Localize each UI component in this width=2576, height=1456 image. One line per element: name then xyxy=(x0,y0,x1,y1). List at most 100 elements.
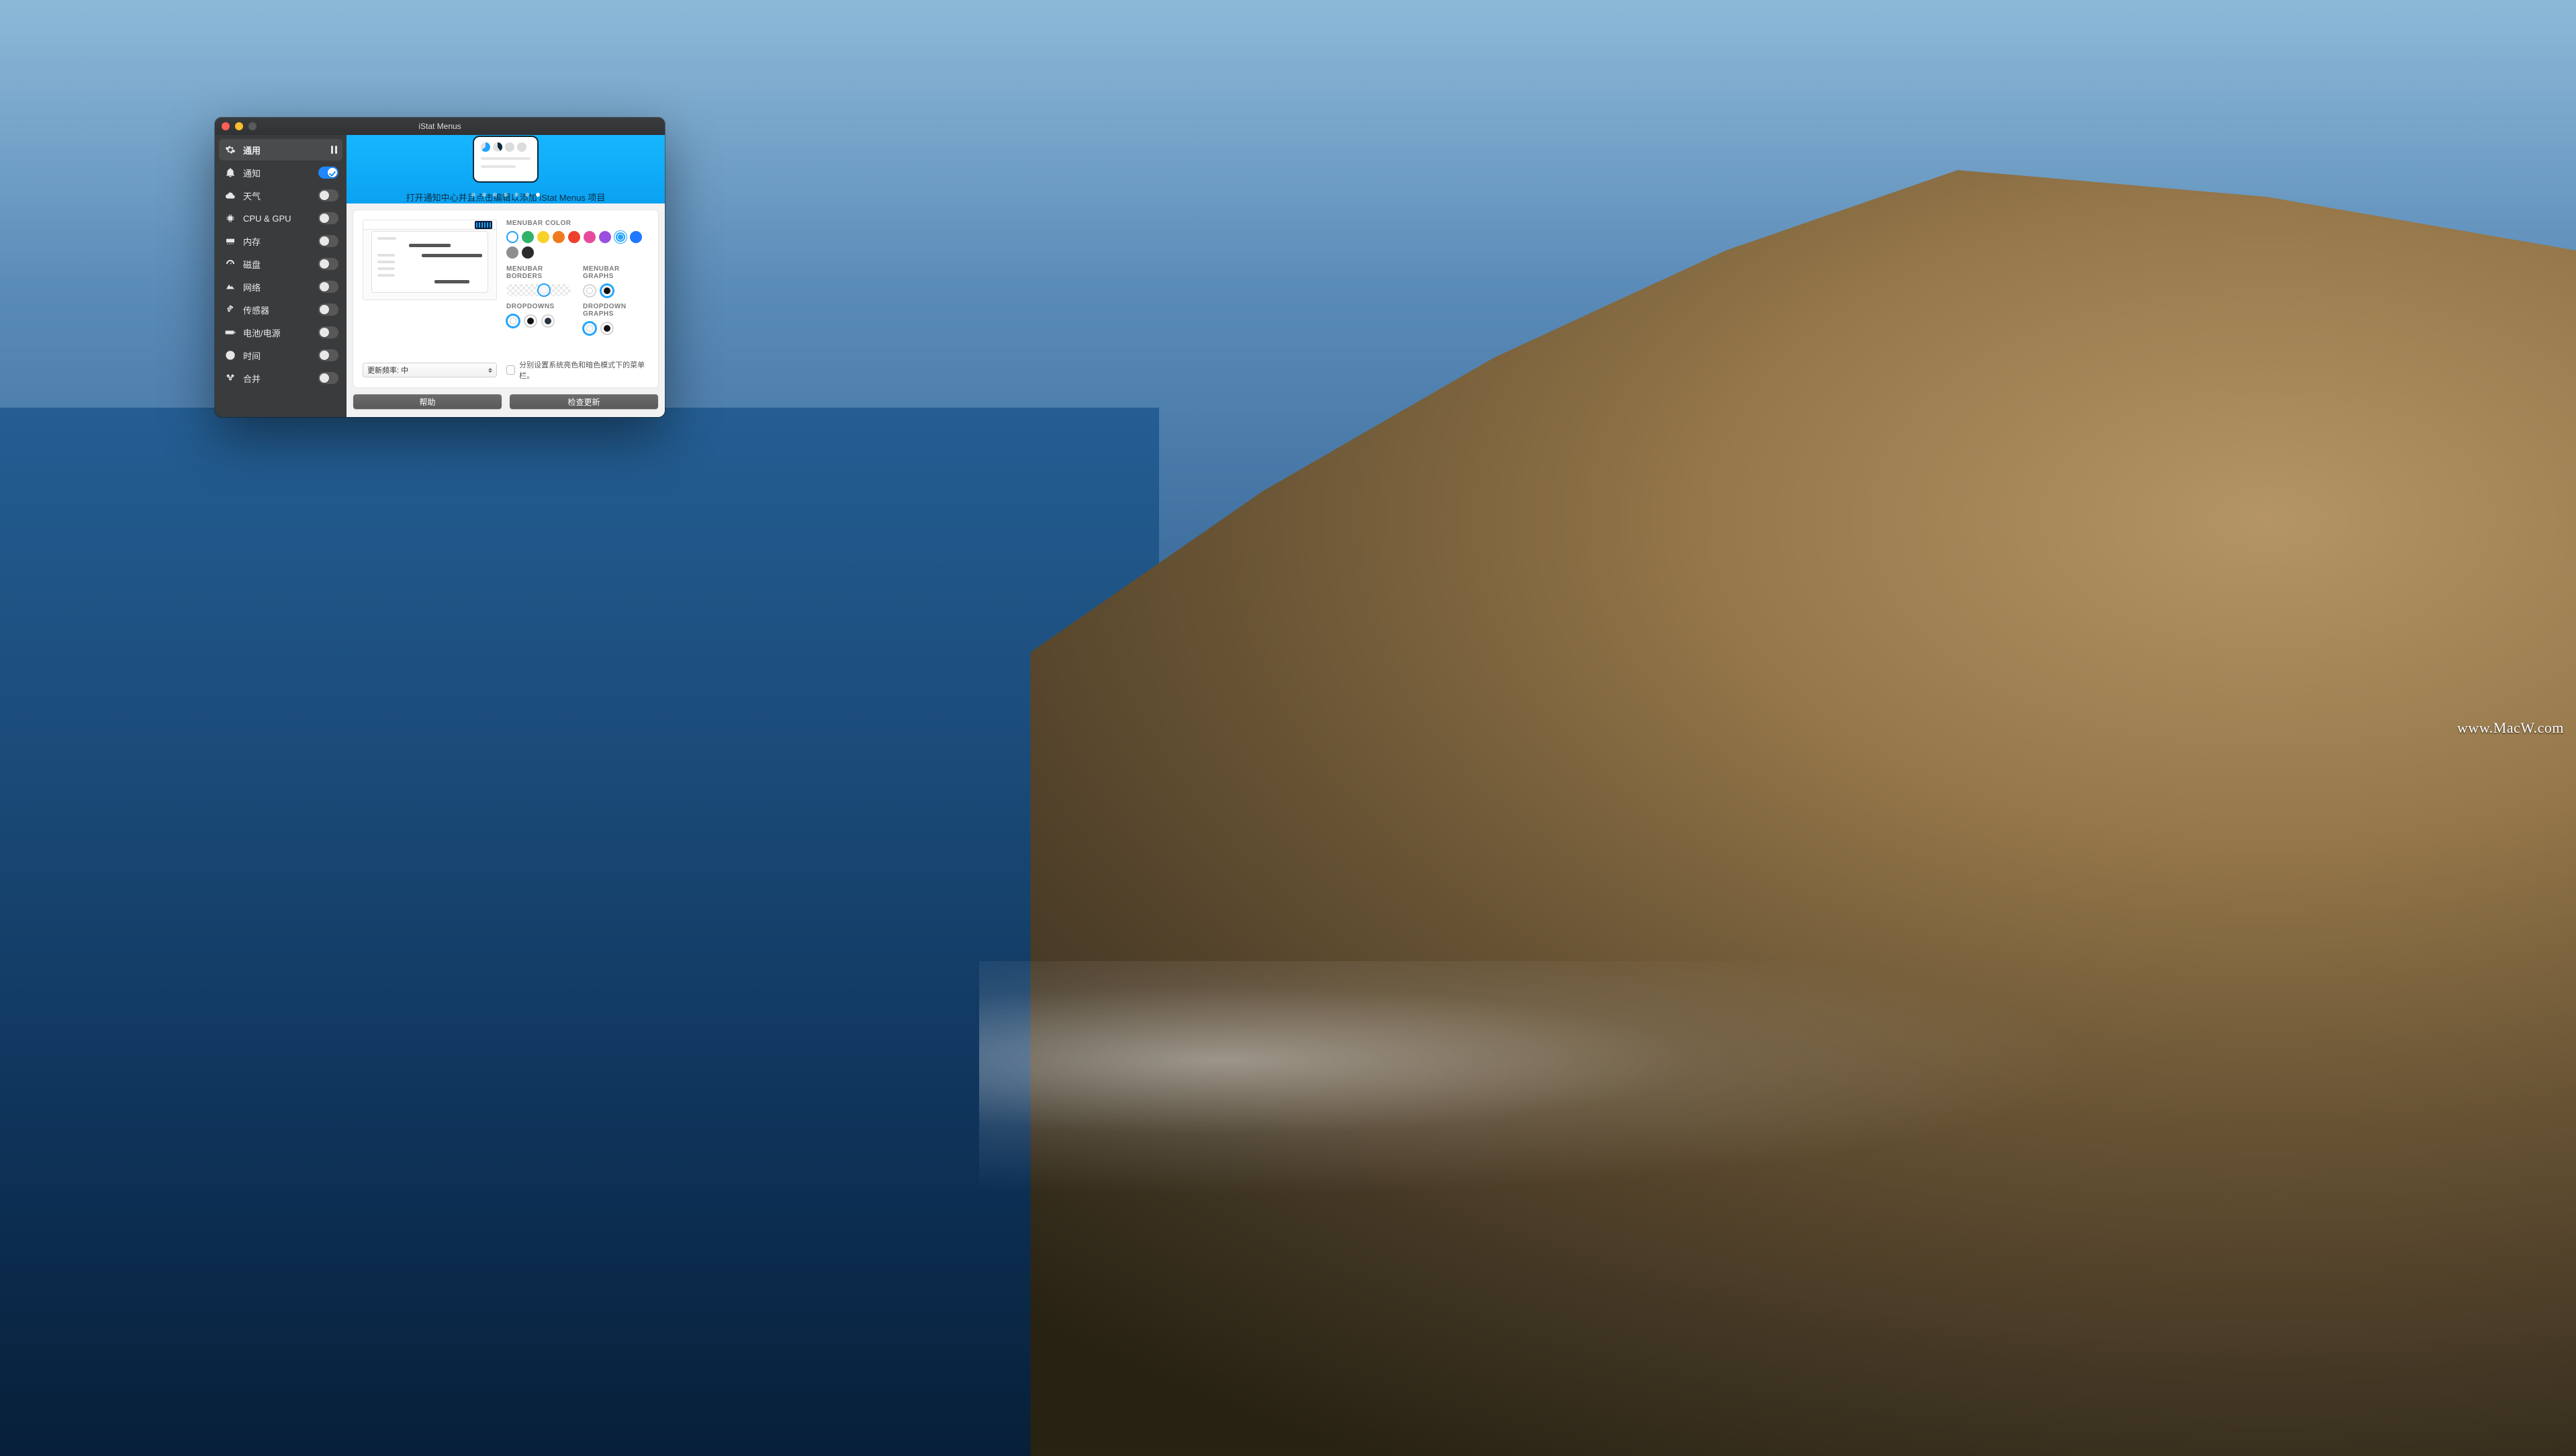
chevron-updown-icon xyxy=(488,368,492,373)
menubar-graphs-label: MENUBAR GRAPHS xyxy=(583,265,649,280)
hero-line xyxy=(481,165,516,168)
update-frequency-value: 更新频率: 中 xyxy=(367,365,408,375)
sidebar-toggle[interactable] xyxy=(318,212,338,224)
dropdowns-label: DROPDOWNS xyxy=(506,303,572,310)
clock-icon xyxy=(224,349,236,361)
color-swatch[interactable] xyxy=(614,231,627,243)
merge-icon xyxy=(224,372,236,384)
menubar-color-group: MENUBAR COLOR MENUBAR BORDERS MENUBAR GR… xyxy=(506,220,649,335)
dropdown-graphs-label: DROPDOWN GRAPHS xyxy=(583,303,649,318)
sidebar-toggle[interactable] xyxy=(318,372,338,384)
color-swatch[interactable] xyxy=(568,231,580,243)
menubar-borders-group: MENUBAR BORDERS xyxy=(506,265,572,298)
hero-page-indicator[interactable] xyxy=(471,193,540,197)
memory-icon xyxy=(224,235,236,247)
dropdown-graphs-group: DROPDOWN GRAPHS xyxy=(583,303,649,335)
page-dot[interactable] xyxy=(525,193,529,197)
dropdowns-swatches xyxy=(506,314,572,328)
gear-icon xyxy=(224,144,236,156)
color-swatch[interactable] xyxy=(541,314,555,328)
hero-dot-icon xyxy=(481,142,490,152)
config-card: MENUBAR COLOR MENUBAR BORDERS MENUBAR GR… xyxy=(353,210,658,388)
color-swatch[interactable] xyxy=(583,322,596,335)
separate-appearance-label: 分别设置系统亮色和暗色模式下的菜单栏。 xyxy=(519,359,649,381)
help-button[interactable]: 帮助 xyxy=(353,394,502,409)
battery-icon xyxy=(224,326,236,338)
hero-line xyxy=(481,157,531,160)
sidebar-item-cloud[interactable]: 天气 xyxy=(219,185,342,206)
sidebar-item-bell[interactable]: 通知 xyxy=(219,162,342,183)
color-swatch[interactable] xyxy=(524,314,537,328)
window-title: iStat Menus xyxy=(215,122,665,131)
titlebar[interactable]: iStat Menus xyxy=(215,118,665,135)
watermark-text: www.MacW.com xyxy=(2457,719,2564,737)
sidebar-toggle[interactable] xyxy=(318,189,338,201)
menubar-color-label: MENUBAR COLOR xyxy=(506,220,649,227)
color-swatch[interactable] xyxy=(599,231,611,243)
pause-icon xyxy=(331,146,337,154)
sidebar: 通用通知天气CPU & GPU内存磁盘网络传感器电池/电源时间合并 xyxy=(215,135,347,417)
preview-dropdown xyxy=(371,231,488,293)
sidebar-toggle[interactable] xyxy=(318,304,338,316)
sidebar-item-battery[interactable]: 电池/电源 xyxy=(219,322,342,343)
bell-icon xyxy=(224,167,236,179)
hero-banner: 打开通知中心并且点击编辑以添加 iStat Menus 项目 xyxy=(347,135,665,203)
page-dot[interactable] xyxy=(504,193,508,197)
menubar-color-swatches xyxy=(506,231,649,259)
footer: 帮助 检查更新 xyxy=(347,394,665,417)
dropdowns-group: DROPDOWNS xyxy=(506,303,572,335)
page-dot[interactable] xyxy=(493,193,497,197)
sidebar-item-merge[interactable]: 合并 xyxy=(219,367,342,389)
slider-thumb-icon[interactable] xyxy=(537,283,551,297)
sidebar-item-fan[interactable]: 传感器 xyxy=(219,299,342,320)
dropdown-graphs-swatches xyxy=(583,322,649,335)
sidebar-item-label: 通用 xyxy=(243,144,337,156)
sidebar-toggle[interactable] xyxy=(318,258,338,270)
menubar-borders-label: MENUBAR BORDERS xyxy=(506,265,572,280)
color-swatch[interactable] xyxy=(600,284,614,298)
separate-appearance-checkbox[interactable] xyxy=(506,365,515,375)
theme-preview xyxy=(363,220,497,300)
color-swatch[interactable] xyxy=(537,231,549,243)
sidebar-item-chip[interactable]: CPU & GPU xyxy=(219,208,342,229)
cloud-icon xyxy=(224,189,236,201)
color-swatch[interactable] xyxy=(584,231,596,243)
menubar-graphs-group: MENUBAR GRAPHS xyxy=(583,265,649,298)
color-swatch[interactable] xyxy=(522,246,534,259)
color-swatch[interactable] xyxy=(506,231,518,243)
main-panel: 打开通知中心并且点击编辑以添加 iStat Menus 项目 xyxy=(347,135,665,417)
sidebar-toggle[interactable] xyxy=(318,235,338,247)
color-swatch[interactable] xyxy=(630,231,642,243)
color-swatch[interactable] xyxy=(600,322,614,335)
preview-menubar xyxy=(363,220,496,230)
app-window: iStat Menus 通用通知天气CPU & GPU内存磁盘网络传感器电池/电… xyxy=(215,118,665,417)
color-swatch[interactable] xyxy=(522,231,534,243)
hero-dot-icon xyxy=(493,142,502,152)
menubar-borders-slider[interactable] xyxy=(506,284,571,296)
update-frequency-select[interactable]: 更新频率: 中 xyxy=(363,363,497,377)
sidebar-item-gear[interactable]: 通用 xyxy=(219,139,342,161)
check-updates-button[interactable]: 检查更新 xyxy=(510,394,658,409)
color-swatch[interactable] xyxy=(583,284,596,298)
hero-dot-icon xyxy=(517,142,526,152)
page-dot[interactable] xyxy=(471,193,475,197)
sidebar-item-memory[interactable]: 内存 xyxy=(219,230,342,252)
page-dot[interactable] xyxy=(482,193,486,197)
sidebar-toggle[interactable] xyxy=(318,281,338,293)
wallpaper-surf xyxy=(979,961,2576,1456)
sidebar-toggle[interactable] xyxy=(318,326,338,338)
color-swatch[interactable] xyxy=(506,314,520,328)
page-dot[interactable] xyxy=(514,193,518,197)
fan-icon xyxy=(224,304,236,316)
sidebar-toggle[interactable] xyxy=(318,167,338,179)
sidebar-toggle[interactable] xyxy=(318,349,338,361)
gauge-icon xyxy=(224,258,236,270)
sidebar-item-clock[interactable]: 时间 xyxy=(219,345,342,366)
network-icon xyxy=(224,281,236,293)
sidebar-item-gauge[interactable]: 磁盘 xyxy=(219,253,342,275)
hero-dot-icon xyxy=(505,142,514,152)
color-swatch[interactable] xyxy=(506,246,518,259)
color-swatch[interactable] xyxy=(553,231,565,243)
page-dot[interactable] xyxy=(536,193,540,197)
sidebar-item-network[interactable]: 网络 xyxy=(219,276,342,298)
